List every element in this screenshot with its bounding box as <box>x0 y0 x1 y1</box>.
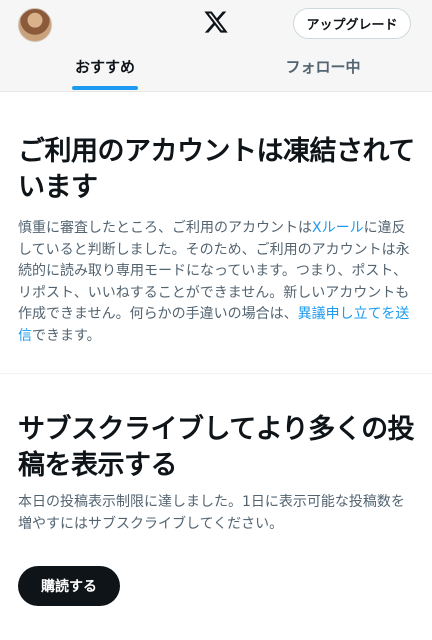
active-tab-indicator <box>72 86 138 90</box>
suspension-body: 慎重に審査したところ、ご利用のアカウントはXルールに違反していると判断しました。… <box>18 218 418 347</box>
x-rules-link[interactable]: Xルール <box>312 220 364 236</box>
subscribe-prompt: サブスクライブしてより多くの投稿を表示する 本日の投稿表示制限に達しました。1日… <box>0 374 432 640</box>
upgrade-button[interactable]: アップグレード <box>293 8 411 39</box>
top-header: アップグレード おすすめ フォロー中 <box>0 0 432 92</box>
subscribe-body: 本日の投稿表示制限に達しました。1日に表示可能な投稿数を増やすにはサブスクライブ… <box>18 494 405 532</box>
suspension-body-part1: 慎重に審査したところ、ご利用のアカウントは <box>18 220 312 236</box>
tab-following[interactable]: フォロー中 <box>268 56 378 82</box>
profile-avatar[interactable] <box>18 8 52 42</box>
suspension-body-part3: できます。 <box>32 327 101 344</box>
x-logo-icon <box>203 9 229 35</box>
subscribe-button[interactable]: 購読する <box>18 566 120 606</box>
tab-recommended[interactable]: おすすめ <box>60 56 150 82</box>
subscribe-title: サブスクライブしてより多くの投稿を表示する <box>18 414 415 481</box>
suspension-notice: ご利用のアカウントは凍結されています 慎重に審査したところ、ご利用のアカウントは… <box>0 92 432 373</box>
suspension-title: ご利用のアカウントは凍結されています <box>18 136 415 203</box>
